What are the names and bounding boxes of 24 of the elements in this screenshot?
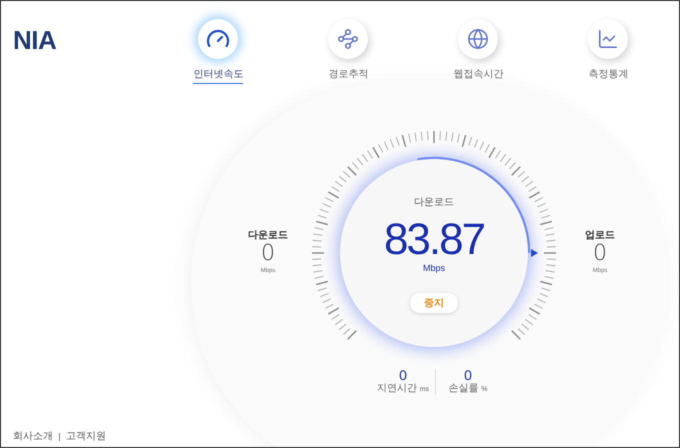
tab[interactable]: 측정통계 (588, 69, 628, 84)
tab-icon-button[interactable] (588, 19, 628, 59)
stat-value: 0 (261, 242, 275, 266)
stat-value: 0 (593, 242, 607, 266)
tab[interactable]: 경로추적 (328, 69, 368, 84)
gauge-value: 83.87 (384, 217, 484, 263)
tab[interactable]: 웹접속시간 (453, 69, 504, 84)
line-chart-icon (597, 28, 620, 50)
tab-icon-button[interactable] (198, 19, 238, 59)
tab-icon-button[interactable] (458, 19, 498, 59)
tab[interactable]: 인터넷속도 (193, 69, 244, 84)
network-nodes-icon (337, 28, 360, 50)
globe-icon (467, 28, 490, 50)
tab-icon-button[interactable] (328, 19, 368, 59)
footer-link[interactable]: 고객지원 (66, 429, 106, 444)
gauge-label: 다운로드 (414, 197, 454, 209)
gauge-pointer-icon (531, 249, 538, 257)
stat-label: 다운로드 (248, 230, 288, 242)
footer-link[interactable]: 회사소개 (13, 429, 53, 444)
stat-value: 0 (464, 367, 472, 383)
stat-label: 업로드 (585, 230, 615, 242)
stat-value: 0 (399, 367, 407, 383)
logo: NIA (13, 25, 56, 55)
gauge-unit: Mbps (422, 263, 445, 274)
